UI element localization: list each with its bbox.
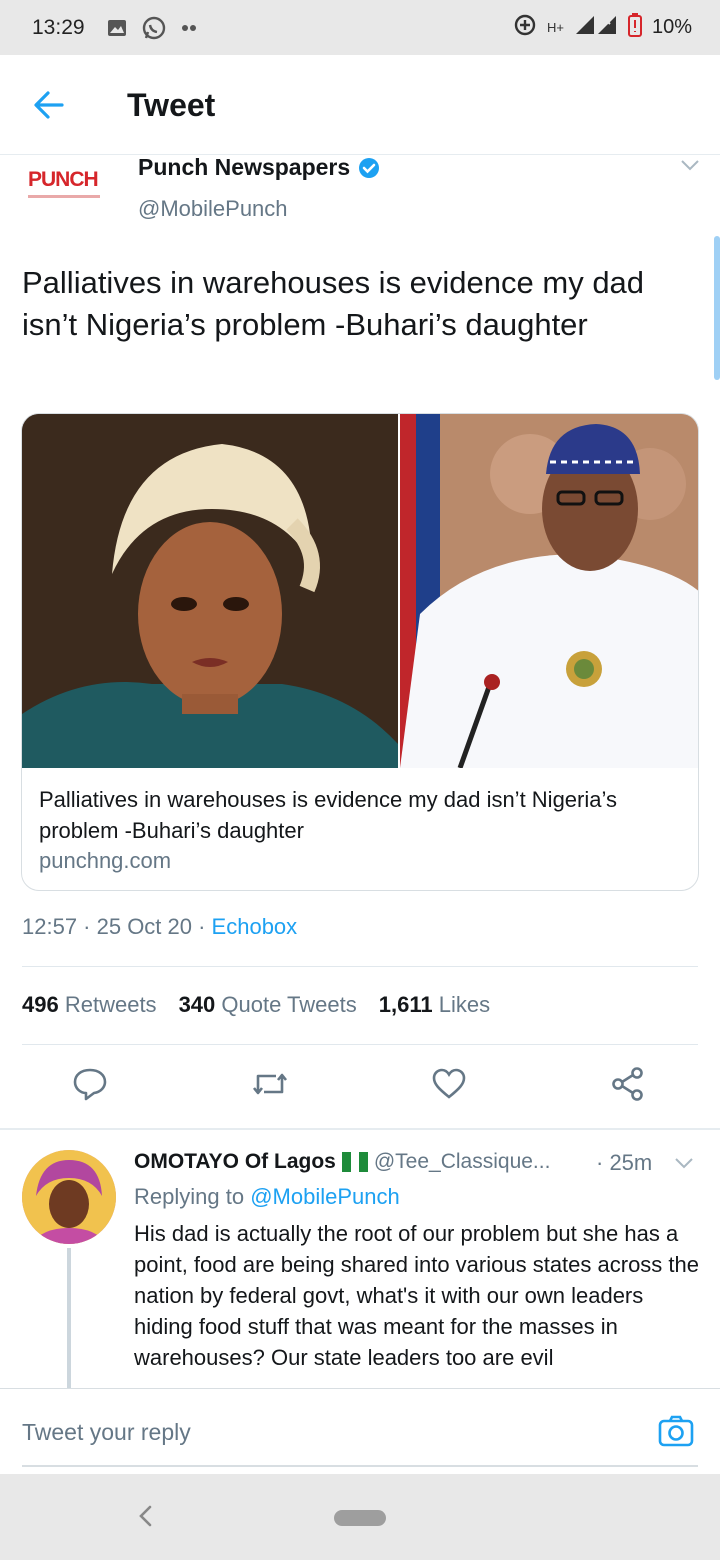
header: Tweet — [0, 55, 720, 155]
buhari-photo-image — [398, 414, 698, 768]
reply-avatar[interactable] — [22, 1150, 116, 1244]
thread-line — [67, 1248, 71, 1388]
reply-author-name: OMOTAYO Of Lagos — [134, 1150, 336, 1173]
retweet-icon[interactable] — [250, 1066, 288, 1102]
card-image — [22, 414, 698, 768]
status-right: H+ 10% — [513, 12, 692, 43]
replying-prefix: Replying to — [134, 1184, 251, 1209]
quote-tweets-stat[interactable]: 340 Quote Tweets — [179, 992, 357, 1018]
author-avatar[interactable]: PUNCH — [28, 168, 110, 208]
tweet-meta: 12:57 · 25 Oct 20 · Echobox — [22, 914, 297, 940]
more-notifications-icon — [181, 24, 197, 32]
reply-input[interactable]: Tweet your reply — [22, 1419, 191, 1446]
reply-composer: Tweet your reply — [0, 1388, 720, 1468]
tweet-timestamp: 12:57 · 25 Oct 20 · — [22, 914, 212, 939]
divider — [22, 1044, 698, 1045]
like-heart-icon[interactable] — [431, 1066, 467, 1102]
replying-to: Replying to @MobilePunch — [134, 1184, 400, 1210]
retweets-stat[interactable]: 496 Retweets — [22, 992, 157, 1018]
camera-icon[interactable] — [658, 1415, 694, 1447]
gallery-notification-icon — [107, 19, 127, 37]
author-name[interactable]: Punch Newspapers — [138, 154, 380, 181]
reply-text: His dad is actually the root of our prob… — [134, 1221, 700, 1370]
tweet-source-link[interactable]: Echobox — [212, 914, 298, 939]
status-bar: 13:29 H+ 10% — [0, 0, 720, 55]
verified-badge-icon — [358, 157, 380, 179]
system-nav-bar — [0, 1474, 720, 1560]
signal-icon — [574, 14, 618, 42]
battery-icon — [627, 12, 642, 43]
author-handle[interactable]: @MobilePunch — [138, 196, 288, 222]
reply-icon[interactable] — [72, 1066, 108, 1102]
whatsapp-notification-icon — [141, 15, 167, 41]
share-icon[interactable] — [610, 1066, 646, 1102]
page-title: Tweet — [127, 87, 216, 123]
likes-stat[interactable]: 1,611 Likes — [379, 992, 490, 1018]
tweet-stats: 496 Retweets 340 Quote Tweets 1,611 Like… — [22, 992, 490, 1018]
status-time: 13:29 — [32, 15, 85, 39]
tweet-actions — [0, 1060, 720, 1116]
reply-author[interactable]: OMOTAYO Of Lagos @Tee_Classique... — [134, 1150, 594, 1174]
battery-level: 10% — [651, 16, 692, 38]
reply-menu-chevron-icon[interactable] — [674, 1156, 694, 1170]
section-separator — [0, 1128, 720, 1130]
reply-author-handle: @Tee_Classique... — [373, 1150, 551, 1173]
nav-back-icon[interactable] — [136, 1504, 156, 1528]
woman-portrait-image — [22, 414, 398, 768]
network-type: H+ — [546, 19, 564, 35]
link-card[interactable]: Palliatives in warehouses is evidence my… — [21, 413, 699, 891]
replying-to-mention[interactable]: @MobilePunch — [250, 1184, 400, 1209]
divider — [22, 966, 698, 967]
card-domain: punchng.com — [39, 848, 172, 873]
punch-logo-text: PUNCH — [28, 168, 99, 191]
nigeria-flag-icon — [341, 1152, 368, 1172]
tweet-text: Palliatives in warehouses is evidence my… — [22, 265, 645, 342]
punch-logo-underline — [28, 195, 100, 198]
nav-home-pill[interactable] — [334, 1510, 386, 1526]
author-name-text: Punch Newspapers — [138, 154, 351, 180]
back-arrow-icon[interactable] — [30, 87, 70, 123]
composer-underline — [22, 1465, 698, 1467]
data-saver-icon — [513, 13, 537, 43]
tweet-menu-chevron-icon[interactable] — [680, 158, 700, 172]
reply-time: · 25m — [596, 1150, 653, 1175]
scroll-indicator[interactable] — [714, 236, 720, 380]
card-title: Palliatives in warehouses is evidence my… — [39, 787, 617, 843]
